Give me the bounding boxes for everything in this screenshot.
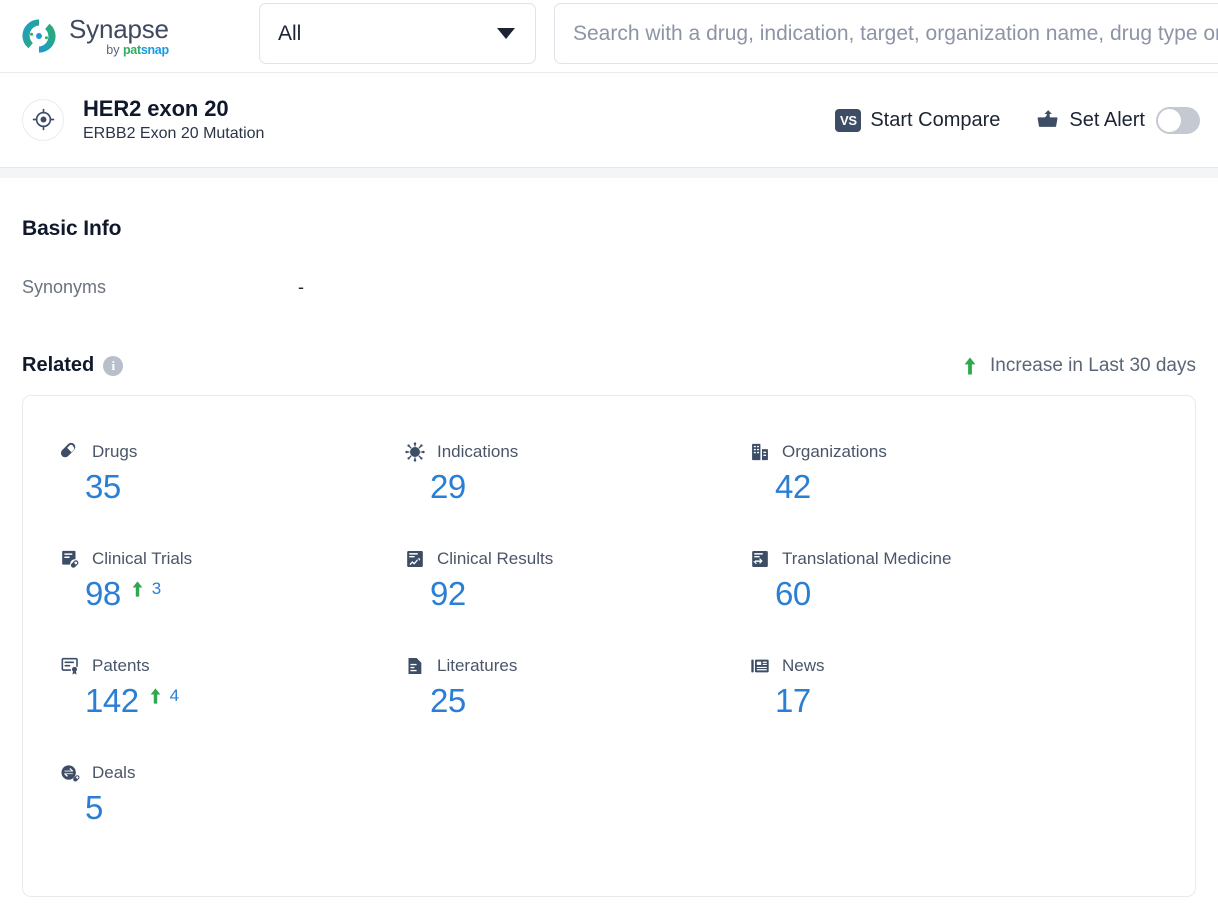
stat-value: 29 [430,468,466,505]
synonyms-row: Synonyms - [22,277,1196,298]
top-bar: Synapse by patsnap All [0,0,1218,73]
stat-label: Clinical Trials [92,549,193,568]
stat-label: Translational Medicine [782,549,952,568]
stat-label: Literatures [437,656,518,675]
start-compare-button[interactable]: VS Start Compare [835,108,1001,132]
clinical-result-icon [404,548,426,570]
patent-icon [59,655,81,677]
stat-value: 5 [85,789,103,826]
stat-patents[interactable]: Patents 142 4 [59,654,404,761]
stat-value: 42 [775,468,811,505]
brand-by: by [106,42,123,57]
brand-logo[interactable]: Synapse by patsnap [18,15,238,57]
stat-delta-value: 4 [169,686,180,705]
brand-pat: pat [122,42,141,57]
related-header: Related i Increase in Last 30 days [22,354,1196,377]
page-title: HER2 exon 20 [83,95,229,121]
increase-arrow-icon [149,687,162,705]
brand-snap: snap [140,42,169,57]
related-title: Related [22,354,95,376]
clinical-trial-icon [59,548,81,570]
stat-drugs[interactable]: Drugs 35 [59,440,404,547]
search-scope-select[interactable]: All [259,3,536,64]
set-alert-control[interactable]: Set Alert [1036,106,1200,134]
start-compare-label: Start Compare [870,108,1001,131]
related-stats-card: Drugs 35 Indications 29 Organizations 42… [22,395,1196,897]
increase-arrow-icon [963,356,977,376]
stat-clinical-results[interactable]: Clinical Results 92 [404,547,749,654]
set-alert-label: Set Alert [1069,108,1145,131]
increase-legend: Increase in Last 30 days [963,355,1196,377]
chevron-down-icon [497,28,515,39]
alert-bell-icon [1036,109,1060,131]
vs-icon: VS [835,108,862,132]
global-search-box[interactable] [554,3,1218,64]
entity-actions: VS Start Compare Set Alert [799,106,1200,134]
stat-value: 35 [85,468,121,505]
search-input[interactable] [571,20,1218,47]
pill-icon [59,441,81,463]
synonyms-value: - [298,277,304,297]
stat-value: 17 [775,682,811,719]
entity-header: HER2 exon 20 ERBB2 Exon 20 Mutation VS S… [0,73,1218,168]
stat-label: News [782,656,825,675]
related-stats-grid: Drugs 35 Indications 29 Organizations 42… [59,440,1195,868]
increase-arrow-icon [131,580,144,598]
entity-subtitle: ERBB2 Exon 20 Mutation [83,125,265,143]
main-content: Basic Info Synonyms - Related i Increase… [0,217,1218,897]
brand-name: Synapse [69,13,169,44]
stat-indications[interactable]: Indications 29 [404,440,749,547]
stat-clinical-trials[interactable]: Clinical Trials 98 3 [59,547,404,654]
stat-label: Drugs [92,442,138,461]
virus-icon [404,441,426,463]
stat-translational-medicine[interactable]: Translational Medicine 60 [749,547,1195,654]
news-icon [749,655,771,677]
stat-label: Clinical Results [437,549,554,568]
search-scope-value: All [278,21,302,45]
stat-value: 142 [85,682,139,719]
stat-literatures[interactable]: Literatures 25 [404,654,749,761]
stat-delta: 3 [131,579,161,599]
building-icon [749,441,771,463]
stat-news[interactable]: News 17 [749,654,1195,761]
increase-legend-label: Increase in Last 30 days [990,354,1196,376]
toggle-knob [1158,108,1181,132]
stat-delta-value: 3 [151,579,162,598]
stat-delta: 4 [149,686,179,706]
stat-organizations[interactable]: Organizations 42 [749,440,1195,547]
stat-value: 25 [430,682,466,719]
stat-label: Indications [437,442,519,461]
literature-icon [404,655,426,677]
info-icon[interactable]: i [103,355,124,376]
entity-identity: HER2 exon 20 ERBB2 Exon 20 Mutation [22,95,264,145]
stat-label: Patents [92,656,150,675]
stat-label: Deals [92,763,136,782]
set-alert-toggle[interactable] [1156,106,1200,134]
deal-icon [59,762,81,784]
synonyms-label: Synonyms [22,277,107,297]
target-icon [22,98,64,141]
brand-tagline: by patsnap [69,44,169,57]
section-divider [0,168,1218,178]
translational-icon [749,548,771,570]
basic-info-title: Basic Info [22,217,122,240]
stat-value: 98 [85,575,121,612]
stat-label: Organizations [782,442,887,461]
stat-value: 92 [430,575,466,612]
stat-deals[interactable]: Deals 5 [59,761,404,868]
stat-value: 60 [775,575,811,612]
synapse-logo-icon [18,15,60,57]
